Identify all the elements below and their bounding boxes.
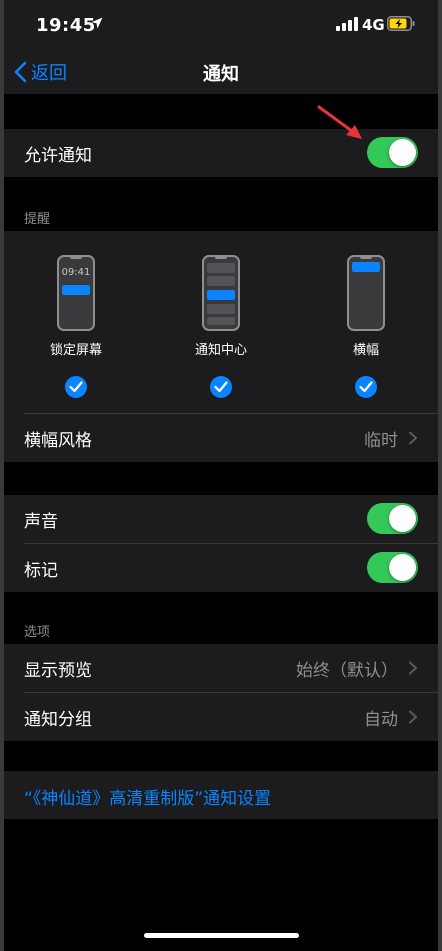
allow-notifications-label: 允许通知 bbox=[24, 145, 92, 166]
banner-style-row[interactable]: 横幅风格 临时 bbox=[4, 414, 438, 462]
alerts-section-header: 提醒 bbox=[24, 212, 51, 227]
alert-style-label: 锁定屏幕 bbox=[49, 343, 102, 358]
app-settings-group: “《神仙道》高清重制版”通知设置 bbox=[4, 771, 438, 819]
show-previews-label: 显示预览 bbox=[24, 660, 92, 681]
options-section-header: 选项 bbox=[24, 625, 51, 640]
page-title: 通知 bbox=[203, 64, 239, 85]
badge-toggle[interactable] bbox=[367, 552, 418, 583]
alert-style-label: 通知中心 bbox=[194, 343, 247, 358]
app-notification-settings-link[interactable]: “《神仙道》高清重制版”通知设置 bbox=[4, 771, 438, 819]
frame-border-right bbox=[438, 0, 442, 951]
cellular-signal-icon bbox=[336, 17, 358, 31]
navigation-bar: 返回 通知 bbox=[0, 50, 442, 94]
app-notification-settings-label: “《神仙道》高清重制版”通知设置 bbox=[24, 789, 272, 809]
notification-grouping-value: 自动 bbox=[364, 709, 398, 730]
checkmark-icon bbox=[210, 376, 232, 398]
allow-notifications-row: 允许通知 bbox=[4, 129, 438, 177]
options-group: 显示预览 始终（默认） 通知分组 自动 bbox=[4, 644, 438, 741]
battery-charging-icon bbox=[387, 16, 415, 31]
toggle-knob bbox=[389, 554, 416, 581]
sound-label: 声音 bbox=[24, 511, 58, 532]
notification-grouping-row[interactable]: 通知分组 自动 bbox=[4, 693, 438, 741]
home-indicator[interactable] bbox=[144, 933, 299, 938]
alerts-group: 09:41 锁定屏幕 通知中心 横幅 横幅风格 临时 bbox=[4, 231, 438, 462]
settings-screen: 19:45 4G 返回 通知 允许通知 提醒 09:41 锁定屏幕 通知中心 横… bbox=[0, 0, 442, 951]
status-time: 19:45 bbox=[36, 15, 96, 36]
notification-center-phone-icon bbox=[202, 255, 240, 331]
toggle-knob bbox=[389, 139, 416, 166]
toggle-knob bbox=[389, 505, 416, 532]
allow-notifications-toggle[interactable] bbox=[367, 137, 418, 168]
lock-screen-phone-icon: 09:41 bbox=[57, 255, 95, 331]
alert-styles: 09:41 锁定屏幕 通知中心 横幅 bbox=[4, 231, 438, 413]
sound-row: 声音 bbox=[4, 495, 438, 543]
banners-phone-icon bbox=[347, 255, 385, 331]
sound-badge-group: 声音 标记 bbox=[4, 495, 438, 592]
network-type: 4G bbox=[362, 16, 385, 34]
chevron-right-icon bbox=[409, 431, 417, 445]
notification-grouping-label: 通知分组 bbox=[24, 709, 92, 730]
frame-border-left bbox=[0, 0, 4, 951]
alert-style-notification-center[interactable]: 通知中心 bbox=[186, 255, 256, 398]
location-arrow-icon bbox=[91, 17, 103, 29]
banner-style-value: 临时 bbox=[364, 430, 398, 451]
alert-style-banners[interactable]: 横幅 bbox=[331, 255, 401, 398]
lock-screen-preview-time: 09:41 bbox=[61, 267, 91, 278]
show-previews-value: 始终（默认） bbox=[296, 660, 398, 681]
sound-toggle[interactable] bbox=[367, 503, 418, 534]
allow-notifications-group: 允许通知 bbox=[4, 129, 438, 177]
alert-style-label: 横幅 bbox=[352, 343, 379, 358]
alert-style-lock-screen[interactable]: 09:41 锁定屏幕 bbox=[41, 255, 111, 398]
checkmark-icon bbox=[65, 376, 87, 398]
chevron-right-icon bbox=[409, 710, 417, 724]
status-bar: 19:45 4G bbox=[0, 0, 442, 50]
badge-row: 标记 bbox=[4, 544, 438, 592]
badge-label: 标记 bbox=[24, 560, 58, 581]
chevron-right-icon bbox=[409, 661, 417, 675]
banner-style-label: 横幅风格 bbox=[24, 430, 92, 451]
show-previews-row[interactable]: 显示预览 始终（默认） bbox=[4, 644, 438, 692]
checkmark-icon bbox=[355, 376, 377, 398]
annotation-arrow-icon bbox=[317, 105, 362, 139]
